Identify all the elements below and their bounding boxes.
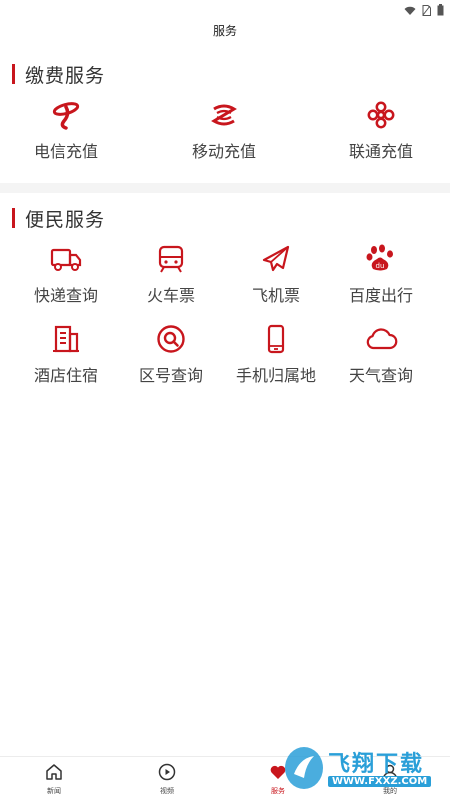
battery-icon — [437, 1, 444, 20]
watermark-url: WWW.FXXZ.COM — [328, 776, 432, 787]
status-bar — [0, 0, 450, 16]
mobile-recharge-button[interactable]: 移动充值 — [168, 100, 280, 162]
item-label: 电信充值 — [33, 142, 98, 161]
area-code-query-button[interactable]: 区号查询 — [115, 324, 227, 386]
section-title: 缴费服务 — [0, 62, 450, 87]
delivery-truck-icon — [10, 244, 122, 274]
item-label: 联通充值 — [348, 142, 413, 161]
china-telecom-icon — [10, 100, 122, 130]
item-label: 天气查询 — [348, 366, 413, 385]
train-ticket-button[interactable]: 火车票 — [115, 244, 227, 306]
tab-video[interactable]: 视频 — [147, 763, 187, 796]
item-label: 手机归属地 — [235, 366, 316, 385]
tab-label: 视频 — [160, 787, 174, 795]
page-title: 服务 — [212, 24, 237, 38]
payment-section: 缴费服务 — [0, 62, 450, 87]
cloud-icon — [325, 324, 437, 354]
train-icon — [115, 244, 227, 274]
convenience-section: 便民服务 — [0, 206, 450, 231]
flight-ticket-button[interactable]: 飞机票 — [220, 244, 332, 306]
tab-news[interactable]: 新闻 — [34, 763, 74, 796]
play-circle-icon — [158, 763, 176, 785]
item-label: 区号查询 — [138, 366, 203, 385]
watermark: 飞翔下载 WWW.FXXZ.COM — [280, 740, 450, 800]
section-title-text: 缴费服务 — [25, 64, 106, 87]
item-label: 移动充值 — [191, 142, 256, 161]
unicom-recharge-button[interactable]: 联通充值 — [325, 100, 437, 162]
item-label: 快递查询 — [33, 286, 98, 305]
home-icon — [45, 764, 63, 785]
tab-label: 新闻 — [47, 787, 61, 795]
china-unicom-icon — [325, 100, 437, 130]
baidu-paw-icon: du — [325, 244, 437, 274]
weather-query-button[interactable]: 天气查询 — [325, 324, 437, 386]
no-sim-icon — [422, 1, 431, 20]
section-title: 便民服务 — [0, 206, 450, 231]
hotel-booking-button[interactable]: 酒店住宿 — [10, 324, 122, 386]
section-title-text: 便民服务 — [25, 208, 106, 231]
watermark-text: 飞翔下载 — [328, 752, 425, 777]
airplane-icon — [220, 244, 332, 274]
wifi-icon — [404, 1, 416, 20]
telecom-recharge-button[interactable]: 电信充值 — [10, 100, 122, 162]
svg-text:du: du — [376, 262, 385, 270]
china-mobile-icon — [168, 100, 280, 130]
section-divider — [0, 183, 450, 193]
hotel-building-icon — [10, 324, 122, 354]
section-accent-bar — [12, 64, 15, 84]
baidu-travel-button[interactable]: du 百度出行 — [325, 244, 437, 306]
search-magnifier-icon — [115, 324, 227, 354]
watermark-logo-icon — [282, 744, 326, 796]
express-query-button[interactable]: 快递查询 — [10, 244, 122, 306]
phone-location-button[interactable]: 手机归属地 — [220, 324, 332, 386]
item-label: 百度出行 — [348, 286, 413, 305]
mobile-phone-icon — [220, 324, 332, 354]
item-label: 飞机票 — [251, 286, 300, 305]
section-accent-bar — [12, 208, 15, 228]
item-label: 火车票 — [146, 286, 195, 305]
item-label: 酒店住宿 — [33, 366, 98, 385]
